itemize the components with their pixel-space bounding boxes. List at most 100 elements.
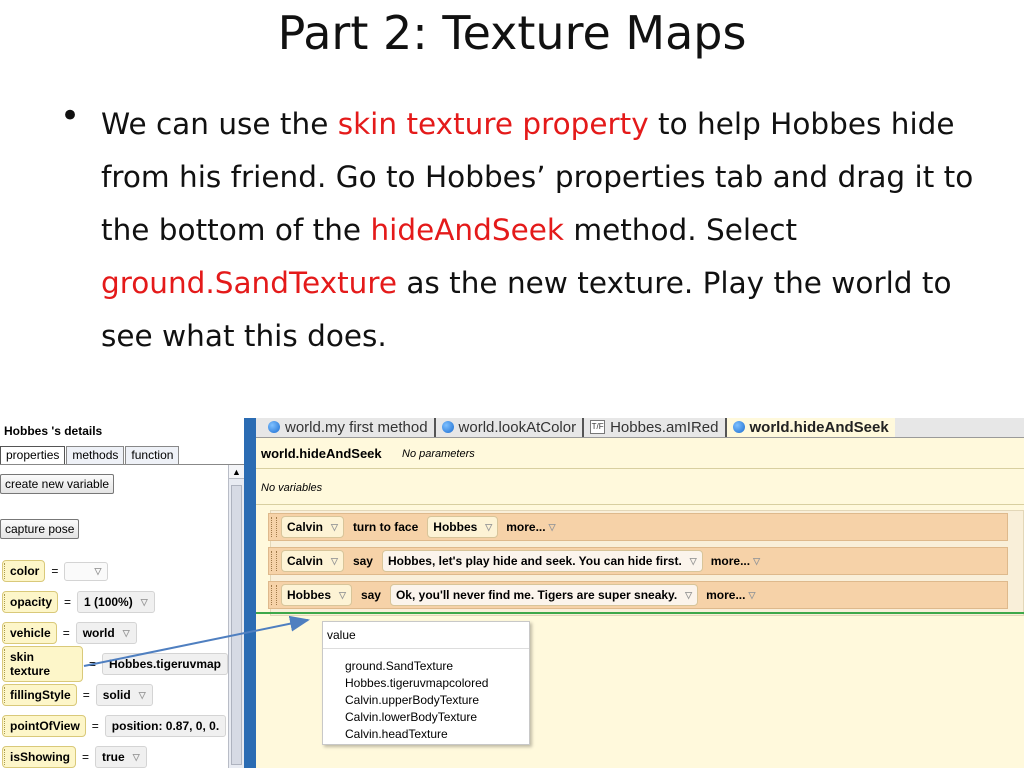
dropdown-arrow-icon: ▽ [331,555,338,566]
dropdown-arrow-icon: ▽ [138,689,146,700]
tab-world-look-at-color[interactable]: world.lookAtColor [436,418,585,437]
equals-sign: = [88,657,96,671]
equals-sign: = [62,626,70,640]
tab-hobbes-am-i-red[interactable]: T/F Hobbes.amIRed [584,418,727,437]
properties-list: create new variable capture pose color =… [0,465,228,768]
alice-screenshot: Hobbes 's details properties methods fun… [0,418,1024,768]
property-value: 1 (100%) [84,595,133,609]
menu-item-calvin-lower-body-texture[interactable]: Calvin.lowerBodyTexture [345,710,477,724]
panel-divider[interactable] [244,418,256,768]
more-label: more... [506,520,546,534]
property-value: world [82,626,115,640]
highlight-texture-name: ground.SandTexture [101,266,397,300]
property-value-dropdown[interactable]: solid ▽ [95,684,153,706]
color-value-dropdown[interactable]: ▽ [64,561,109,581]
property-row-color[interactable]: color = ▽ [2,559,109,583]
property-value-dropdown[interactable]: Hobbes.tigeruvmap [101,653,228,675]
dropdown-arrow-icon: ▽ [685,589,693,600]
object-chip[interactable]: Calvin ▽ [281,516,344,538]
details-panel: Hobbes 's details properties methods fun… [0,418,244,768]
property-name[interactable]: skin texture [2,646,83,682]
separator [256,468,1024,469]
more-label: more... [706,588,746,602]
property-row-filling-style[interactable]: fillingStyle = solid ▽ [2,683,153,707]
property-value-dropdown[interactable]: 1 (100%) ▽ [77,591,155,613]
scroll-up-arrow-icon[interactable]: ▲ [229,465,244,479]
argument-chip[interactable]: Hobbes ▽ [427,516,499,538]
property-value-dropdown[interactable]: position: 0.87, 0, 0. [104,715,227,737]
dropdown-arrow-icon: ▽ [753,555,760,566]
create-new-variable-button[interactable]: create new variable [0,474,115,494]
drop-insertion-line [256,612,1024,614]
object-chip[interactable]: Hobbes ▽ [281,584,352,606]
argument-chip[interactable]: Hobbes, let's play hide and seek. You ca… [381,550,703,572]
tab-label: world.hideAndSeek [749,418,889,436]
bullet-text-part: method. Select [563,213,798,247]
argument-value: Hobbes [433,520,478,534]
menu-item-ground-sand-texture[interactable]: ground.SandTexture [345,659,453,673]
tab-properties[interactable]: properties [0,446,66,464]
globe-icon [268,421,280,433]
dropdown-arrow-icon: ▽ [689,555,697,566]
property-row-point-of-view[interactable]: pointOfView = position: 0.87, 0, 0. [2,714,227,738]
property-row-is-showing[interactable]: isShowing = true ▽ [2,745,147,768]
property-name[interactable]: fillingStyle [2,684,77,706]
property-name[interactable]: color [2,560,46,582]
object-chip[interactable]: Calvin ▽ [281,550,344,572]
more-button[interactable]: more... ▽ [506,520,555,534]
globe-icon [441,421,454,433]
tab-label: world.my first method [285,418,428,436]
property-row-opacity[interactable]: opacity = 1 (100%) ▽ [2,590,155,614]
slide-title: Part 2: Texture Maps [277,6,747,60]
statement-hobbes-say[interactable]: Hobbes ▽ say Ok, you'll never find me. Ti… [268,581,1008,609]
menu-title: value [327,628,356,642]
equals-sign: = [82,688,90,702]
property-name[interactable]: opacity [2,591,59,613]
properties-scrollbar[interactable]: ▲ [228,465,244,768]
property-name[interactable]: vehicle [2,622,57,644]
details-title: Hobbes 's details [0,418,244,444]
tab-methods[interactable]: methods [66,446,125,464]
object-name: Hobbes [287,588,332,602]
more-label: more... [710,554,751,568]
dropdown-arrow-icon: ▽ [748,589,756,600]
property-value-dropdown[interactable]: world ▽ [75,622,137,644]
statement-turn-to-face[interactable]: Calvin ▽ turn to face Hobbes ▽ more... ▽ [268,513,1008,541]
bullet-text: We can use the skin texture property to … [101,98,981,363]
equals-sign: = [64,595,72,609]
property-value: position: 0.87, 0, 0. [111,719,220,733]
method-verb: say [352,554,373,568]
property-name[interactable]: isShowing [2,746,76,768]
parameters-label: No parameters [402,448,475,460]
statement-calvin-say[interactable]: Calvin ▽ say Hobbes, let's play hide and … [268,547,1008,575]
argument-value: Ok, you'll never find me. Tigers are sup… [395,588,678,602]
more-button[interactable]: more... ▽ [706,588,755,602]
tab-label: world.lookAtColor [458,418,577,436]
menu-item-calvin-upper-body-texture[interactable]: Calvin.upperBodyTexture [345,693,479,707]
dropdown-arrow-icon: ▽ [94,565,102,576]
bullet-dot: • [60,96,81,136]
tab-world-hide-and-seek[interactable]: world.hideAndSeek [726,418,895,437]
texture-dropdown-menu: value ground.SandTexture Hobbes.tigeruvm… [322,621,530,745]
more-button[interactable]: more... ▽ [711,554,760,568]
equals-sign: = [51,564,59,578]
separator [256,504,1024,505]
object-name: Calvin [287,520,324,534]
argument-chip[interactable]: Ok, you'll never find me. Tigers are sup… [389,584,699,606]
argument-value: Hobbes, let's play hide and seek. You ca… [387,554,682,568]
tab-world-my-first-method[interactable]: world.my first method [256,418,436,437]
dropdown-arrow-icon: ▽ [331,521,338,532]
menu-item-hobbes-tigeruvmapcolored[interactable]: Hobbes.tigeruvmapcolored [345,676,488,690]
capture-pose-button[interactable]: capture pose [0,519,80,539]
property-row-skin-texture[interactable]: skin texture = Hobbes.tigeruvmap [2,646,228,682]
method-verb: say [360,588,381,602]
property-name[interactable]: pointOfView [2,715,86,737]
property-row-vehicle[interactable]: vehicle = world ▽ [2,621,137,645]
object-name: Calvin [287,554,324,568]
globe-icon [732,421,745,433]
tab-functions[interactable]: function [125,446,180,464]
menu-item-calvin-head-texture[interactable]: Calvin.headTexture [345,727,448,741]
property-value-dropdown[interactable]: true ▽ [95,746,147,768]
scrollbar-thumb[interactable] [231,485,242,765]
variables-label: No variables [261,482,323,494]
